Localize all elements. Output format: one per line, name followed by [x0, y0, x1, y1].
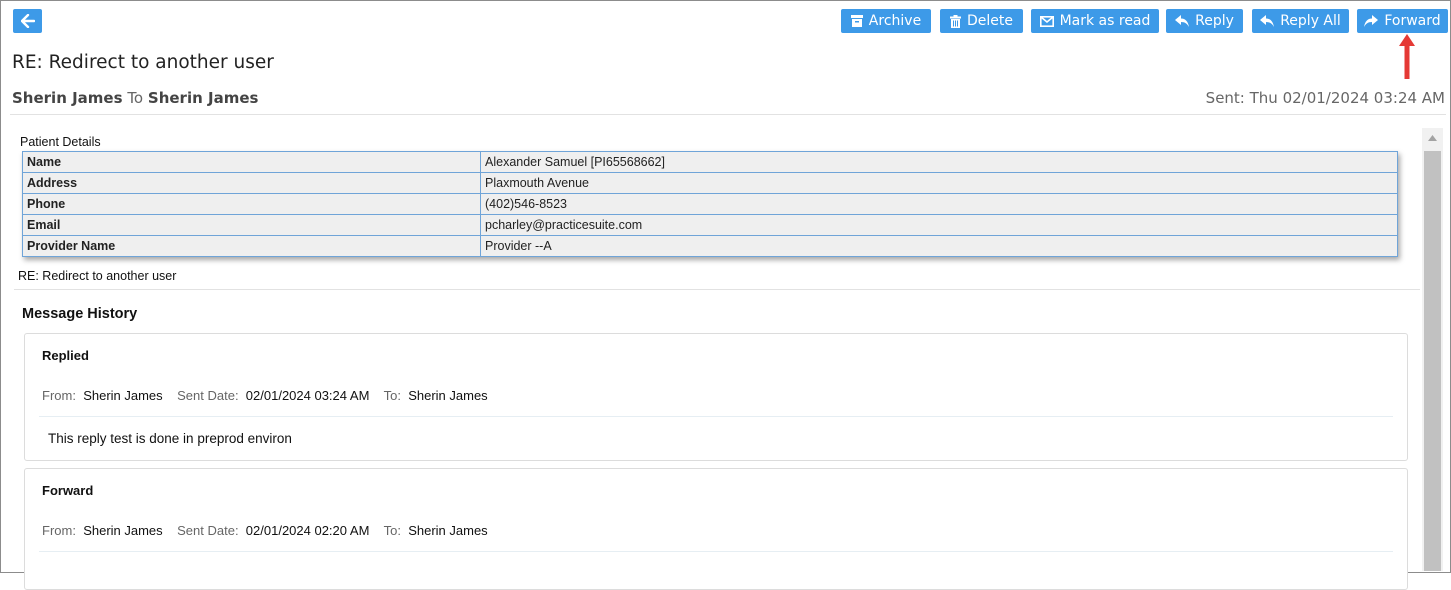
- archive-icon: [850, 15, 863, 27]
- history-card: Forward From: Sherin James Sent Date: 02…: [24, 468, 1408, 590]
- sent-date: Sent: Thu 02/01/2024 03:24 AM: [1205, 89, 1445, 107]
- to-value: Sherin James: [408, 388, 488, 403]
- forward-label: Forward: [1384, 13, 1441, 29]
- to-label: To:: [383, 388, 401, 403]
- to-value: Sherin James: [408, 523, 488, 538]
- table-row: Name Alexander Samuel [PI65568662]: [22, 151, 1398, 173]
- from-value: Sherin James: [83, 388, 163, 403]
- archive-label: Archive: [868, 13, 922, 29]
- table-row: Email pcharley@practicesuite.com: [22, 214, 1398, 236]
- to-label: To:: [383, 523, 401, 538]
- field-key: Email: [22, 214, 481, 236]
- history-card-meta: From: Sherin James Sent Date: 02/01/2024…: [42, 523, 488, 538]
- sender-recipient-line: Sherin James To Sherin James: [12, 89, 258, 107]
- delete-label: Delete: [967, 13, 1013, 29]
- table-row: Provider Name Provider --A: [22, 235, 1398, 257]
- sent-date-label: Sent Date:: [177, 388, 239, 403]
- mark-as-read-button[interactable]: Mark as read: [1031, 9, 1159, 33]
- patient-details-label: Patient Details: [20, 135, 101, 149]
- envelope-icon: [1039, 15, 1054, 27]
- mark-as-read-label: Mark as read: [1059, 13, 1151, 29]
- caret-up-icon: [1428, 135, 1437, 141]
- from-label: From:: [42, 388, 76, 403]
- field-value: (402)546-8523: [480, 193, 1398, 215]
- highlight-arrow-icon: [1399, 34, 1415, 79]
- reply-icon: [1175, 15, 1190, 27]
- forward-icon: [1364, 15, 1379, 27]
- field-key: Address: [22, 172, 481, 194]
- sent-date-value: 02/01/2024 03:24 AM: [245, 388, 370, 403]
- body-divider: [14, 289, 1420, 290]
- archive-button[interactable]: Archive: [841, 9, 931, 33]
- table-row: Address Plaxmouth Avenue: [22, 172, 1398, 194]
- reply-label: Reply: [1195, 13, 1234, 29]
- field-key: Provider Name: [22, 235, 481, 257]
- trash-icon: [950, 14, 961, 28]
- reply-all-label: Reply All: [1280, 13, 1341, 29]
- history-card-type: Forward: [42, 483, 94, 498]
- reply-button[interactable]: Reply: [1166, 9, 1243, 33]
- history-card-meta: From: Sherin James Sent Date: 02/01/2024…: [42, 388, 488, 403]
- recipient-name: Sherin James: [147, 89, 259, 107]
- history-card-body: This reply test is done in preprod envir…: [48, 431, 292, 446]
- message-history-title: Message History: [22, 306, 138, 322]
- scrollbar-thumb[interactable]: [1424, 151, 1441, 571]
- from-value: Sherin James: [83, 523, 163, 538]
- reply-all-button[interactable]: Reply All: [1252, 9, 1349, 33]
- history-card: Replied From: Sherin James Sent Date: 02…: [24, 333, 1408, 461]
- table-row: Phone (402)546-8523: [22, 193, 1398, 215]
- history-card-type: Replied: [42, 348, 89, 363]
- to-word: To: [127, 89, 144, 107]
- field-value: Plaxmouth Avenue: [480, 172, 1398, 194]
- field-value: Alexander Samuel [PI65568662]: [480, 151, 1398, 173]
- history-card-divider: [39, 551, 1393, 552]
- sent-date-value: 02/01/2024 02:20 AM: [245, 523, 370, 538]
- history-card-divider: [39, 416, 1393, 417]
- reply-all-icon: [1260, 15, 1275, 27]
- forward-button[interactable]: Forward: [1357, 9, 1448, 33]
- toolbar: Archive Delete Mark as read Reply Reply …: [0, 9, 1451, 33]
- field-value: pcharley@practicesuite.com: [480, 214, 1398, 236]
- body-subject-line: RE: Redirect to another user: [18, 269, 177, 283]
- message-subject: RE: Redirect to another user: [12, 52, 274, 73]
- sent-date-label: Sent Date:: [177, 523, 239, 538]
- field-value: Provider --A: [480, 235, 1398, 257]
- scroll-up-button[interactable]: [1422, 128, 1443, 148]
- from-label: From:: [42, 523, 76, 538]
- sender-name: Sherin James: [12, 89, 123, 107]
- patient-details-table: Name Alexander Samuel [PI65568662] Addre…: [22, 151, 1398, 257]
- field-key: Phone: [22, 193, 481, 215]
- delete-button[interactable]: Delete: [940, 9, 1023, 33]
- header-divider: [10, 114, 1446, 115]
- field-key: Name: [22, 151, 481, 173]
